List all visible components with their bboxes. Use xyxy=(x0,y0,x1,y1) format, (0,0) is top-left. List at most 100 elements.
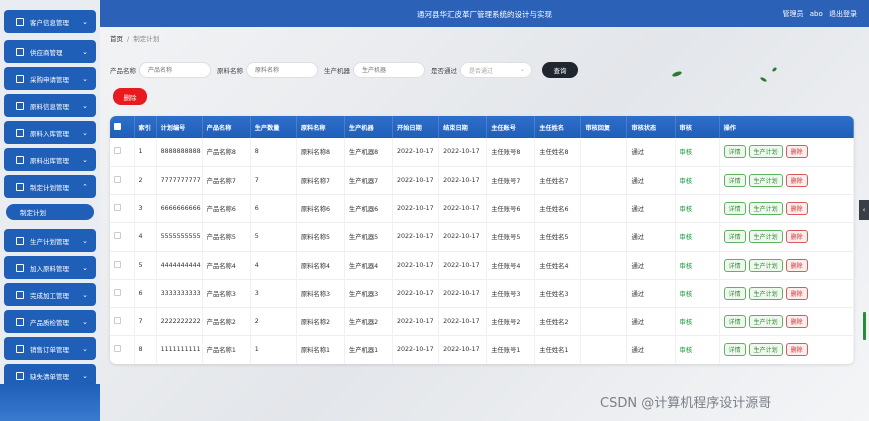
sidebar-item-label: 客户信息管理 xyxy=(30,18,69,27)
table-row: 5 4444444444 产品名称4 4 原料名称4 生产机器4 2022-10-17 202… xyxy=(110,251,854,280)
row-checkbox[interactable] xyxy=(110,166,135,195)
collapse-handle-icon[interactable]: ‹ xyxy=(859,200,869,220)
audit-link[interactable]: 审核 xyxy=(675,138,720,167)
search-button[interactable]: 查询 xyxy=(542,62,578,78)
sidebar-item-11[interactable]: 产品质检管理 ⌄ xyxy=(4,310,96,333)
delete-button[interactable]: 删除 xyxy=(785,230,808,244)
sidebar-item-label: 完成加工管理 xyxy=(30,291,69,300)
sidebar-item-1[interactable]: 客户信息管理 ⌄ xyxy=(4,10,96,33)
cell-end: 2022-10-17 xyxy=(438,335,488,364)
audit-link[interactable]: 审核 xyxy=(675,166,720,195)
sidebar-item-9[interactable]: 加入原料管理 ⌄ xyxy=(4,256,96,279)
row-checkbox[interactable] xyxy=(110,307,135,336)
cell-status: 通过 xyxy=(626,166,676,195)
cell-reply xyxy=(580,335,628,364)
production-plan-button[interactable]: 生产计划 xyxy=(748,145,783,159)
pass-select[interactable]: 是否通过 ⌄ xyxy=(460,62,532,78)
sidebar-item-label: 产品质检管理 xyxy=(30,318,69,327)
sidebar-subitem-active[interactable]: 制定计划 xyxy=(6,204,94,220)
production-plan-button[interactable]: 生产计划 xyxy=(748,173,783,187)
audit-link[interactable]: 审核 xyxy=(675,335,720,364)
row-checkbox[interactable] xyxy=(110,279,135,308)
grid-icon xyxy=(16,344,24,353)
delete-button[interactable]: 删除 xyxy=(785,173,808,187)
sidebar-item-3[interactable]: 采购申请管理 ⌄ xyxy=(4,67,96,90)
breadcrumb-home[interactable]: 首页 xyxy=(110,35,123,43)
printer-icon xyxy=(16,182,24,191)
column-header: 审核 xyxy=(675,116,720,138)
detail-button[interactable]: 详情 xyxy=(723,286,746,300)
cell-material: 原料名称3 xyxy=(296,279,345,308)
material-name-label: 原料名称 xyxy=(217,67,243,75)
sidebar-item-4[interactable]: 原料信息管理 ⌄ xyxy=(4,94,96,117)
delete-button[interactable]: 删除 xyxy=(785,315,808,329)
sidebar-item-10[interactable]: 完成加工管理 ⌄ xyxy=(4,283,96,306)
scrollbar-indicator[interactable] xyxy=(863,312,866,340)
audit-link[interactable]: 审核 xyxy=(675,222,720,251)
detail-button[interactable]: 详情 xyxy=(723,202,746,216)
material-name-input[interactable] xyxy=(246,62,318,78)
detail-button[interactable]: 详情 xyxy=(723,230,746,244)
sidebar-item-label: 制定计划管理 xyxy=(30,183,69,192)
row-checkbox[interactable] xyxy=(110,194,135,223)
cell-machine: 生产机器1 xyxy=(344,335,394,364)
row-checkbox[interactable] xyxy=(110,138,135,167)
select-all-checkbox[interactable] xyxy=(110,116,135,138)
cell-index: 3 xyxy=(134,194,157,223)
product-name-input[interactable] xyxy=(139,62,211,78)
cell-account: 主任账号1 xyxy=(486,335,536,364)
bulk-delete-button[interactable]: 删除 xyxy=(113,88,147,105)
logout-link[interactable]: 退出登录 xyxy=(829,10,857,18)
sidebar-item-5[interactable]: 原料入库管理 ⌄ xyxy=(4,121,96,144)
audit-link[interactable]: 审核 xyxy=(675,194,720,223)
cell-reply xyxy=(580,138,628,167)
detail-button[interactable]: 详情 xyxy=(723,145,746,159)
audit-link[interactable]: 审核 xyxy=(675,251,720,280)
production-plan-button[interactable]: 生产计划 xyxy=(748,258,783,272)
chevron-down-icon: ⌄ xyxy=(82,317,88,326)
sidebar-item-8[interactable]: 生产计划管理 ⌄ xyxy=(4,229,96,252)
sidebar-item-6[interactable]: 原料出库管理 ⌄ xyxy=(4,148,96,171)
cell-start: 2022-10-17 xyxy=(392,222,440,251)
table-header-row: 索引 计划编号 产品名称 生产数量 原料名称 生产机器 开始日期 结束日期 主任账号 主任姓名 审核… xyxy=(110,116,854,138)
detail-button[interactable]: 详情 xyxy=(723,343,746,357)
delete-button[interactable]: 删除 xyxy=(785,258,808,272)
production-plan-button[interactable]: 生产计划 xyxy=(748,202,783,216)
cell-end: 2022-10-17 xyxy=(438,279,488,308)
production-plan-button[interactable]: 生产计划 xyxy=(748,286,783,300)
delete-button[interactable]: 删除 xyxy=(785,343,808,357)
cell-machine: 生产机器2 xyxy=(344,307,394,336)
delete-button[interactable]: 删除 xyxy=(785,202,808,216)
row-checkbox[interactable] xyxy=(110,222,135,251)
detail-button[interactable]: 详情 xyxy=(723,173,746,187)
cell-status: 通过 xyxy=(626,307,676,336)
production-plan-button[interactable]: 生产计划 xyxy=(748,343,783,357)
cell-index: 8 xyxy=(134,335,157,364)
audit-link[interactable]: 审核 xyxy=(675,307,720,336)
machine-input[interactable] xyxy=(353,62,425,78)
app-title: 通河县华汇皮革厂管理系统的设计与实现 xyxy=(417,10,552,19)
production-plan-button[interactable]: 生产计划 xyxy=(748,230,783,244)
row-checkbox[interactable] xyxy=(110,335,135,364)
sidebar-item-label: 原料信息管理 xyxy=(30,102,69,111)
sidebar-item-7[interactable]: 制定计划管理 ⌃ xyxy=(4,175,96,198)
cell-end: 2022-10-17 xyxy=(438,307,488,336)
checkbox-icon xyxy=(114,345,121,353)
cell-status: 通过 xyxy=(626,251,676,280)
sidebar-item-12[interactable]: 销售订单管理 ⌄ xyxy=(4,337,96,360)
row-checkbox[interactable] xyxy=(110,251,135,280)
delete-button[interactable]: 删除 xyxy=(785,145,808,159)
sidebar-item-2[interactable]: 供应商管理 ⌄ xyxy=(4,40,96,63)
delete-button[interactable]: 删除 xyxy=(785,286,808,300)
detail-button[interactable]: 详情 xyxy=(723,258,746,272)
sidebar-item-label: 采购申请管理 xyxy=(30,75,69,84)
cell-product: 产品名称8 xyxy=(202,138,251,167)
cell-material: 原料名称6 xyxy=(296,194,345,223)
audit-link[interactable]: 审核 xyxy=(675,279,720,308)
cell-qty: 5 xyxy=(250,222,297,251)
table-row: 2 7777777777 产品名称7 7 原料名称7 生产机器7 2022-10-17 202… xyxy=(110,166,854,195)
pass-select-placeholder: 是否通过 xyxy=(469,67,494,75)
product-name-label: 产品名称 xyxy=(110,67,136,75)
detail-button[interactable]: 详情 xyxy=(723,315,746,329)
production-plan-button[interactable]: 生产计划 xyxy=(748,315,783,329)
